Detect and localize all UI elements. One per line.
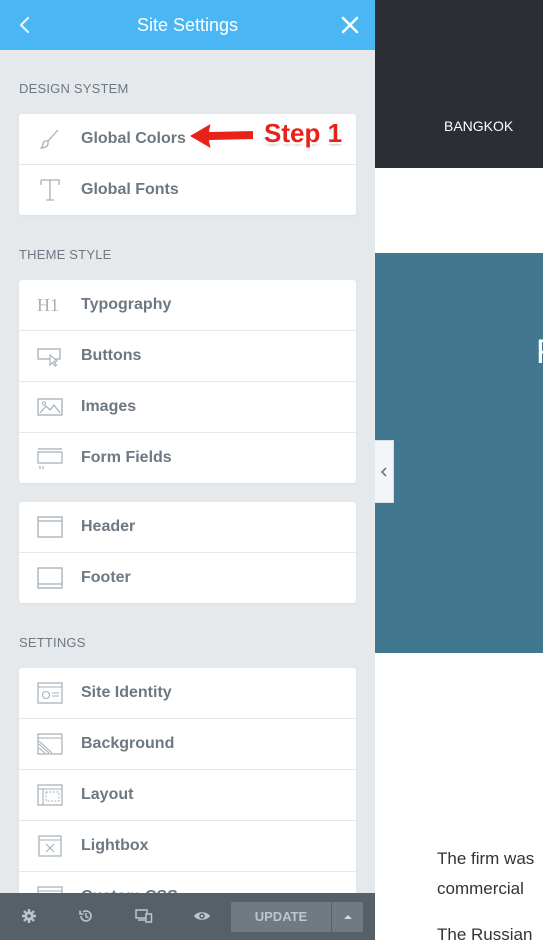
menu-item-buttons[interactable]: Buttons: [19, 330, 356, 381]
step-annotation: Step 1: [186, 116, 356, 156]
panel-collapse-toggle[interactable]: [375, 440, 394, 503]
menu-item-layout[interactable]: Layout: [19, 769, 356, 820]
heading-h1-icon: H1: [37, 292, 63, 318]
menu-item-label: Lightbox: [81, 837, 149, 854]
menu-item-form-fields[interactable]: Form Fields: [19, 432, 356, 483]
body-paragraph-line: commercial: [437, 879, 524, 898]
font-t-icon: [37, 177, 63, 203]
image-icon: [37, 394, 63, 420]
header-footer-card: Header Footer: [19, 502, 356, 603]
site-navbar: BANGKOK: [375, 0, 543, 168]
panel-header: Site Settings: [0, 0, 375, 50]
body-paragraph-line: The firm was: [437, 849, 535, 868]
panel-footer-toolbar: UPDATE: [0, 893, 375, 940]
layout-icon: [37, 782, 63, 808]
menu-item-header[interactable]: Header: [19, 502, 356, 552]
menu-item-label: Site Identity: [81, 684, 172, 701]
update-options-button[interactable]: [332, 902, 363, 932]
chevron-left-icon: [380, 466, 387, 477]
section-title-theme-style: THEME STYLE: [19, 247, 112, 262]
menu-item-background[interactable]: Background: [19, 718, 356, 769]
svg-text:H1: H1: [37, 295, 59, 315]
hero-heading: F: [536, 333, 543, 372]
menu-item-label: Images: [81, 398, 137, 415]
menu-item-label: Layout: [81, 786, 134, 803]
hero-section: F: [375, 253, 543, 653]
close-icon[interactable]: [339, 14, 361, 36]
menu-item-site-identity[interactable]: Site Identity: [19, 668, 356, 718]
menu-item-lightbox[interactable]: Lightbox: [19, 820, 356, 871]
button-cursor-icon: [37, 343, 63, 369]
menu-item-footer[interactable]: Footer: [19, 552, 356, 603]
panel-title: Site Settings: [136, 15, 239, 35]
menu-item-typography[interactable]: H1 Typography: [19, 280, 356, 330]
form-field-icon: [37, 445, 63, 471]
menu-item-label: Global Colors: [81, 130, 186, 147]
menu-item-label: Global Fonts: [81, 181, 179, 198]
background-icon: [37, 731, 63, 757]
footer-layout-icon: [37, 565, 63, 591]
menu-item-label: Header: [81, 518, 136, 535]
header-layout-icon: [37, 514, 63, 540]
responsive-mode-icon[interactable]: [133, 905, 155, 927]
menu-item-label: Background: [81, 735, 175, 752]
body-paragraph-line: The Russian: [437, 925, 533, 940]
lightbox-icon: [37, 833, 63, 859]
section-title-design-system: DESIGN SYSTEM: [19, 81, 129, 96]
site-identity-icon: [37, 680, 63, 706]
menu-item-global-fonts[interactable]: Global Fonts: [19, 164, 356, 215]
menu-item-label: Typography: [81, 296, 172, 313]
menu-item-images[interactable]: Images: [19, 381, 356, 432]
nav-link-bangkok[interactable]: BANGKOK: [444, 118, 513, 134]
brush-icon: [37, 126, 63, 152]
caret-up-icon: [343, 915, 352, 919]
settings-gear-icon[interactable]: [18, 905, 40, 927]
menu-item-label: Form Fields: [81, 449, 172, 466]
red-arrow-icon: [187, 121, 255, 151]
step-label: Step 1: [264, 118, 343, 148]
site-settings-panel: Site Settings DESIGN SYSTEM Global Color…: [0, 0, 375, 940]
page-preview: BANGKOK F The firm was commercial The Ru…: [375, 0, 543, 940]
section-title-settings: SETTINGS: [19, 635, 86, 650]
theme-style-card: H1 Typography Buttons Images Form Fields: [19, 280, 356, 483]
menu-item-label: Buttons: [81, 347, 142, 364]
history-icon[interactable]: [75, 905, 97, 927]
preview-eye-icon[interactable]: [191, 905, 213, 927]
menu-item-label: Footer: [81, 569, 131, 586]
update-button[interactable]: UPDATE: [231, 902, 331, 932]
settings-card: Site Identity Background Layout Lightbox…: [19, 668, 356, 922]
